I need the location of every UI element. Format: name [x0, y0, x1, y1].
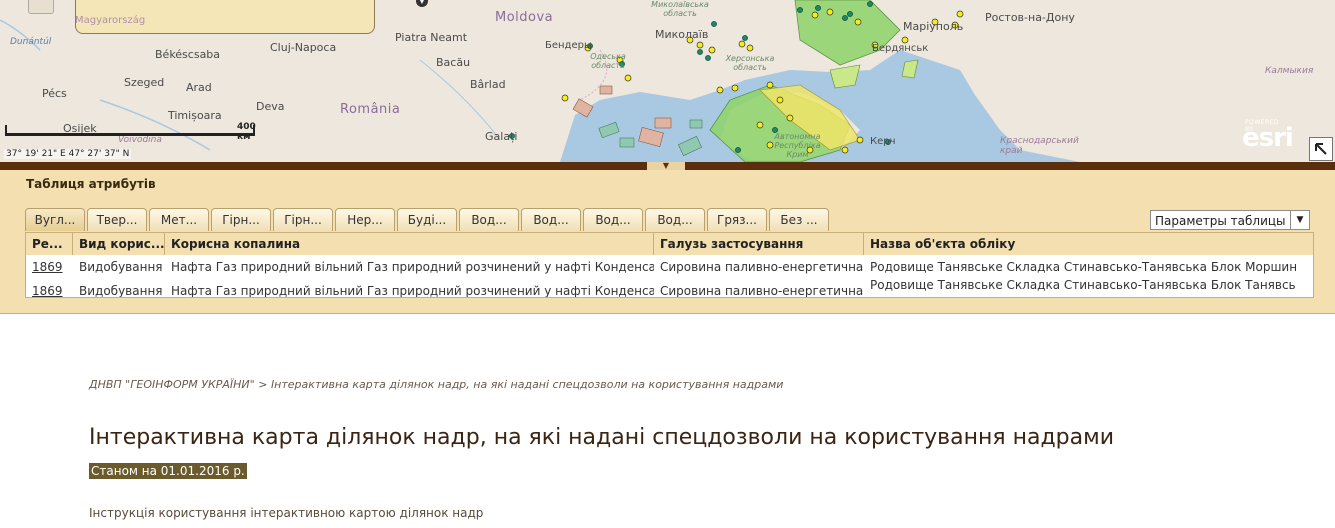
table-cell: Родовище Танявське Складка Стинавсько-Та…	[870, 278, 1296, 292]
tab-layer[interactable]: Вод...	[459, 208, 519, 231]
map-label-kerch: Керч	[870, 136, 896, 147]
map-label-bender: Бендеры	[545, 40, 592, 51]
attribute-table-title: Таблиця атрибутів	[26, 177, 156, 191]
map-label-kherson-obl: Херсонська область	[725, 54, 775, 72]
tab-layer[interactable]: Нер...	[335, 208, 395, 231]
map-label-krasnodar: Краснодарський край	[1000, 136, 1079, 156]
date-badge: Станом на 01.01.2016 р.	[89, 463, 247, 479]
tab-layer[interactable]: Вугл...	[25, 208, 85, 231]
chevron-down-icon[interactable]: ▼	[1290, 211, 1309, 229]
map-label-mykolaiv: Миколаїв	[655, 28, 709, 41]
tab-layer[interactable]: Гірн...	[273, 208, 333, 231]
coordinate-readout: 37° 19' 21" E 47° 27' 37" N	[4, 149, 132, 159]
map-label-dunantul: Dunántúl	[10, 37, 52, 47]
map-label-barlad: Bârlad	[470, 78, 506, 91]
table-cell[interactable]: 1869	[26, 279, 73, 297]
table-cell: Нафта Газ природний вільний Газ природни…	[171, 284, 654, 298]
breadcrumb-current: Інтерактивна карта ділянок надр, на які …	[270, 378, 784, 391]
table-cell[interactable]: 1869	[26, 255, 73, 279]
map-label-szeged: Szeged	[124, 76, 165, 89]
map-label-romania: România	[340, 102, 401, 117]
column-header[interactable]: Вид корис...	[73, 233, 165, 255]
table-options-select[interactable]: Параметры таблицы ▼	[1150, 210, 1310, 230]
table-cell: Нафта Газ природний вільний Газ природни…	[171, 260, 654, 274]
breadcrumb: ДНВП "ГЕОІНФОРМ УКРАЇНИ" > Інтерактивна …	[89, 378, 783, 391]
breadcrumb-home-link[interactable]: ДНВП "ГЕОІНФОРМ УКРАЇНИ"	[89, 378, 255, 391]
table-cell: Сировина паливно-енергетична	[660, 260, 864, 274]
collapse-handle-icon[interactable]: ▼	[647, 162, 685, 170]
tab-layer[interactable]: Гряз...	[707, 208, 767, 231]
map-label-timisoara: Timișoara	[168, 109, 222, 122]
attribute-grid: Ре... Вид корис... Корисна копалина Галу…	[25, 232, 1314, 298]
column-header[interactable]: Галузь застосування	[654, 233, 864, 255]
tab-layer[interactable]: Буді...	[397, 208, 457, 231]
map-label-pecs: Pécs	[42, 87, 67, 100]
table-cell: Видобування	[79, 284, 163, 298]
tab-layer[interactable]: Твер...	[87, 208, 147, 231]
map-label-arad: Arad	[186, 81, 212, 94]
instruction-link[interactable]: Інструкція користування інтерактивною ка…	[89, 506, 483, 520]
map-label-magyarorszag: Magyarország	[75, 15, 146, 26]
map-label-berdyansk: Бердянськ	[872, 43, 929, 54]
table-options-label: Параметры таблицы	[1155, 214, 1286, 228]
grid-header: Ре... Вид корис... Корисна копалина Галу…	[26, 233, 1313, 256]
map-label-mykolaiv-obl: Миколаївська область	[651, 0, 709, 18]
tab-layer[interactable]: Без ...	[769, 208, 829, 231]
map-label-galati: Galați	[485, 130, 518, 143]
table-cell: Сировина паливно-енергетична	[660, 284, 864, 298]
tab-layer[interactable]: Вод...	[583, 208, 643, 231]
map-view[interactable]: ▼ Magyarország Dunántúl Moldova România …	[0, 0, 1335, 162]
map-label-bekescsaba: Békéscsaba	[155, 48, 221, 61]
expand-map-button[interactable]	[1309, 137, 1333, 161]
zoom-icon[interactable]	[28, 0, 54, 14]
scale-bar: 400 км	[5, 122, 256, 142]
attribute-table-panel: Таблиця атрибутів Вугл... Твер... Мет...…	[0, 170, 1335, 314]
column-header[interactable]: Корисна копалина	[165, 233, 654, 255]
map-label-bacau: Bacău	[436, 56, 471, 69]
column-header[interactable]: Ре...	[26, 233, 73, 255]
breadcrumb-separator: >	[258, 378, 268, 391]
table-cell: Видобування	[79, 260, 163, 274]
map-label-rostov: Ростов-на-Дону	[985, 11, 1075, 24]
map-label-piatra: Piatra Neamt	[395, 31, 468, 44]
map-label-mariupol: Маріуполь	[903, 20, 964, 33]
column-header[interactable]: Назва об'єкта обліку	[864, 233, 1296, 255]
layer-tabs: Вугл... Твер... Мет... Гірн... Гірн... Н…	[25, 208, 831, 232]
tab-layer[interactable]: Гірн...	[211, 208, 271, 231]
tab-layer[interactable]: Вод...	[645, 208, 705, 231]
map-label-cluj: Cluj-Napoca	[270, 41, 337, 54]
page-title: Інтерактивна карта ділянок надр, на які …	[89, 425, 1115, 450]
scale-label: 400 км	[237, 122, 256, 142]
map-label-kalmykia: Калмыкия	[1265, 66, 1314, 76]
map-label-deva: Deva	[256, 100, 285, 113]
tab-layer[interactable]: Мет...	[149, 208, 209, 231]
map-label-moldova: Moldova	[495, 10, 554, 25]
expand-icon	[1315, 143, 1327, 155]
tab-layer[interactable]: Вод...	[521, 208, 581, 231]
map-label-crimea: Автономна Республіка Крим	[774, 132, 821, 159]
map-label-odesa-obl: Одеська область	[590, 52, 626, 70]
table-row[interactable]: 1869 Видобування Нафта Газ природний віл…	[26, 278, 1313, 298]
